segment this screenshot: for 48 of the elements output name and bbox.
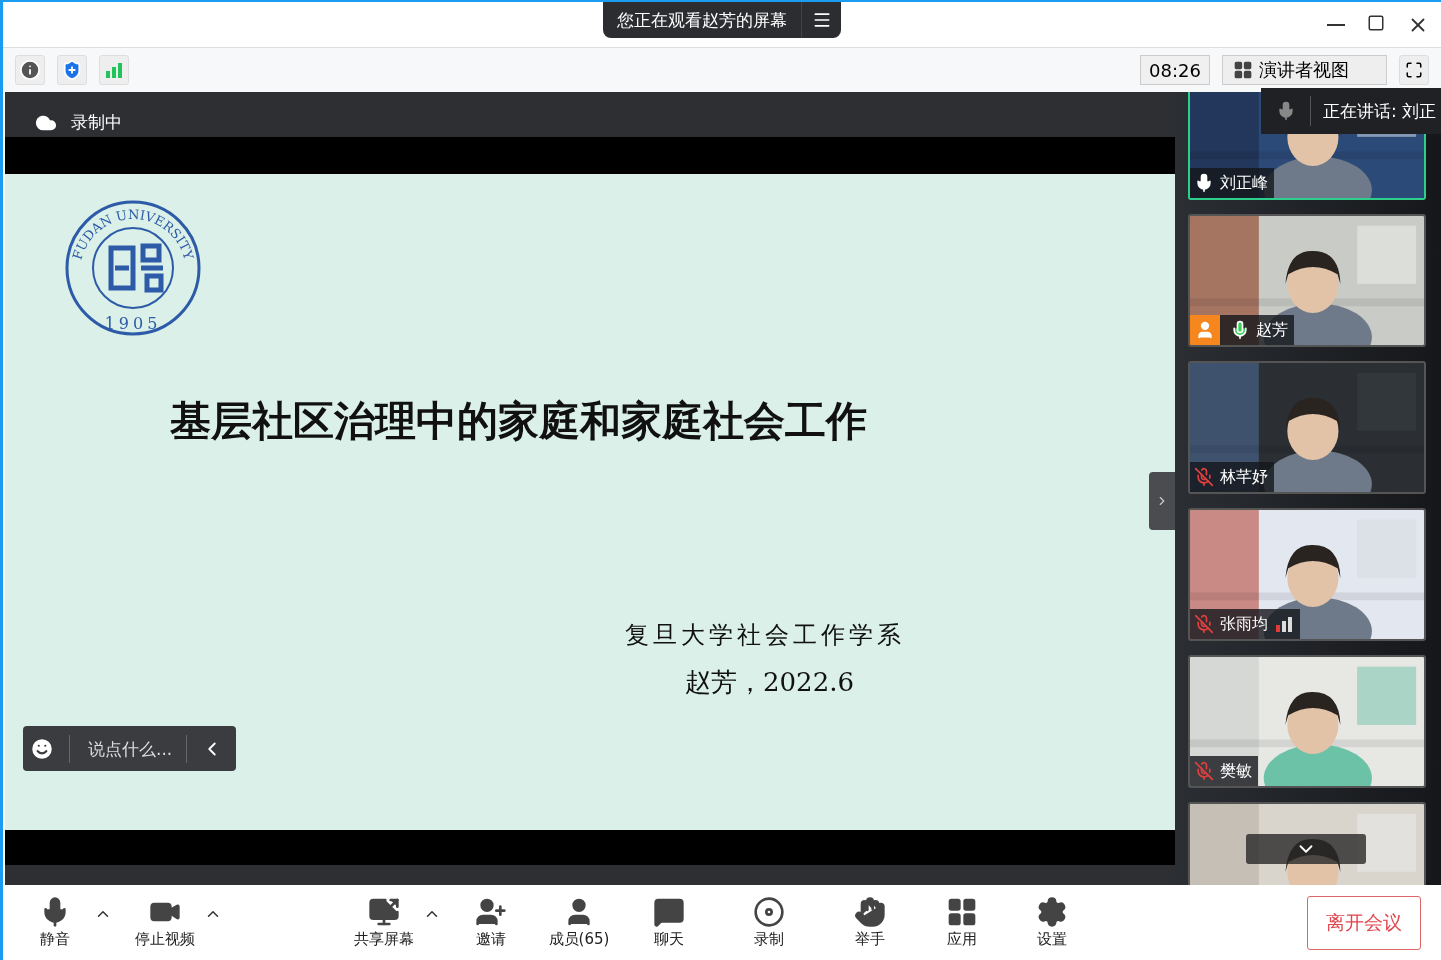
participant-name: 樊敏 — [1220, 760, 1252, 782]
participant-name: 刘正峰 — [1220, 172, 1268, 194]
toolbar-button[interactable]: 录制 — [734, 896, 804, 949]
toolbar-button[interactable]: 应用 — [927, 896, 997, 949]
fullscreen-icon — [1405, 61, 1423, 79]
toolbar-button[interactable]: 成员(65) — [544, 896, 614, 949]
microphone-icon — [1194, 173, 1214, 193]
chat-box[interactable]: 说点什么... — [23, 726, 236, 771]
banner-text: 您正在观看赵芳的屏幕 — [616, 8, 788, 32]
speaking-text: 正在讲话: 刘正 — [1322, 99, 1437, 123]
toolbar-button[interactable]: 聊天 — [634, 896, 704, 949]
maximize-icon — [1367, 14, 1385, 32]
participant-name: 张雨均 — [1220, 613, 1268, 635]
meeting-timer: 08:26 — [1140, 55, 1210, 85]
hand-icon — [854, 896, 886, 928]
chat-input[interactable]: 说点什么... — [69, 734, 187, 763]
shield-icon — [61, 59, 83, 81]
info-button[interactable] — [15, 55, 45, 85]
add-person-icon — [475, 896, 507, 928]
view-mode-dropdown[interactable]: 演讲者视图 — [1222, 55, 1387, 85]
microphone-icon — [1230, 320, 1250, 340]
participant-name: 赵芳 — [1256, 319, 1288, 341]
toolbar-button[interactable]: 共享屏幕 — [349, 896, 419, 949]
toolbar-button[interactable]: 静音 — [20, 896, 90, 949]
participant-name: 林芊妤 — [1220, 466, 1268, 488]
layout-icon — [1233, 60, 1253, 80]
recording-label: 录制中 — [71, 111, 122, 134]
settings-icon — [1036, 896, 1068, 928]
security-button[interactable] — [57, 55, 87, 85]
slide-author-date: 赵芳，2022.6 — [685, 666, 855, 699]
muted-microphone-icon — [1194, 761, 1214, 781]
record-icon — [753, 896, 785, 928]
slide-department: 复旦大学社会工作学系 — [625, 620, 906, 651]
info-icon — [19, 59, 41, 81]
muted-microphone-icon — [1194, 614, 1214, 634]
toolbar-button[interactable]: 停止视频 — [130, 896, 200, 949]
fullscreen-button[interactable] — [1399, 55, 1429, 85]
leave-meeting-button[interactable]: 离开会议 — [1307, 895, 1421, 950]
minimize-icon — [1327, 24, 1345, 26]
toolbar-button[interactable]: 邀请 — [456, 896, 526, 949]
signal-icon — [104, 61, 124, 79]
slide-title: 基层社区治理中的家庭和家庭社会工作 — [170, 396, 868, 447]
toolbar-button[interactable]: 设置 — [1017, 896, 1087, 949]
muted-microphone-icon — [1194, 467, 1214, 487]
share-screen-icon — [368, 896, 400, 928]
chat-bubble-icon — [653, 896, 685, 928]
toolbar-button[interactable]: 举手 — [835, 896, 905, 949]
grid-icon — [946, 896, 978, 928]
